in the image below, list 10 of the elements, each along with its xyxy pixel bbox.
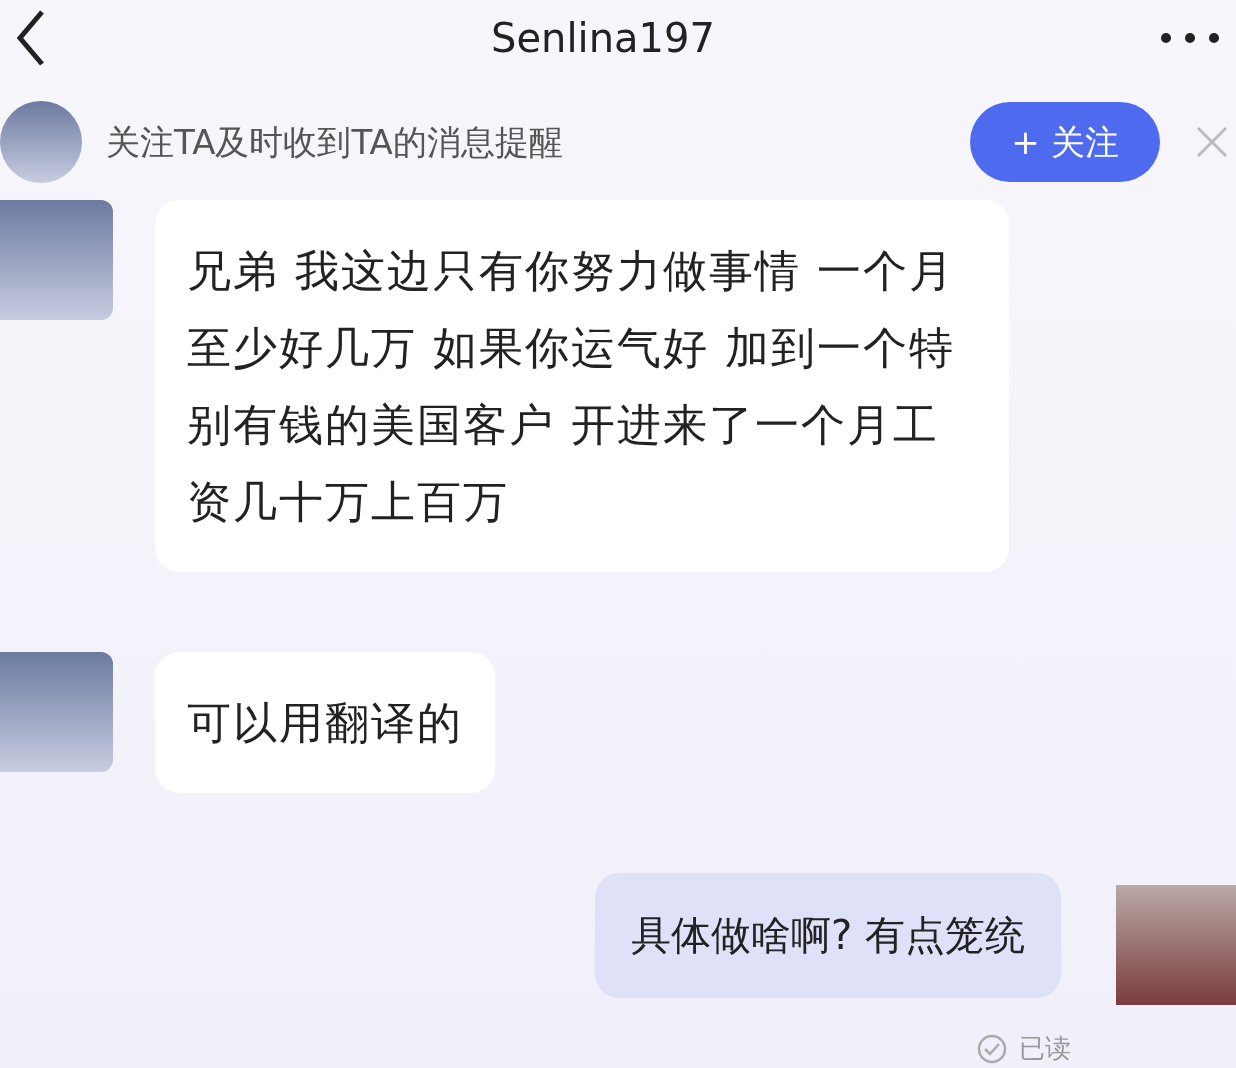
chat-title: Senlina197 [491,14,715,64]
read-status: 已读 [1019,1032,1071,1065]
check-circle-icon [977,1033,1007,1064]
more-icon[interactable] [1160,32,1220,45]
message-bubble: 兄弟 我这边只有你努力做事情 一个月至少好几万 如果你运气好 加到一个特别有钱的美国客户 开进来了一个月工资几十万上百万 [155,200,1009,572]
follow-prompt: 关注TA及时收到TA的消息提醒 [106,120,563,164]
back-icon[interactable] [16,10,46,67]
follow-button[interactable]: + 关注 [970,102,1160,183]
message-bubble: 可以用翻译的 [155,652,495,793]
message-bubble: 具体做啥啊? 有点笼统 [595,873,1061,998]
